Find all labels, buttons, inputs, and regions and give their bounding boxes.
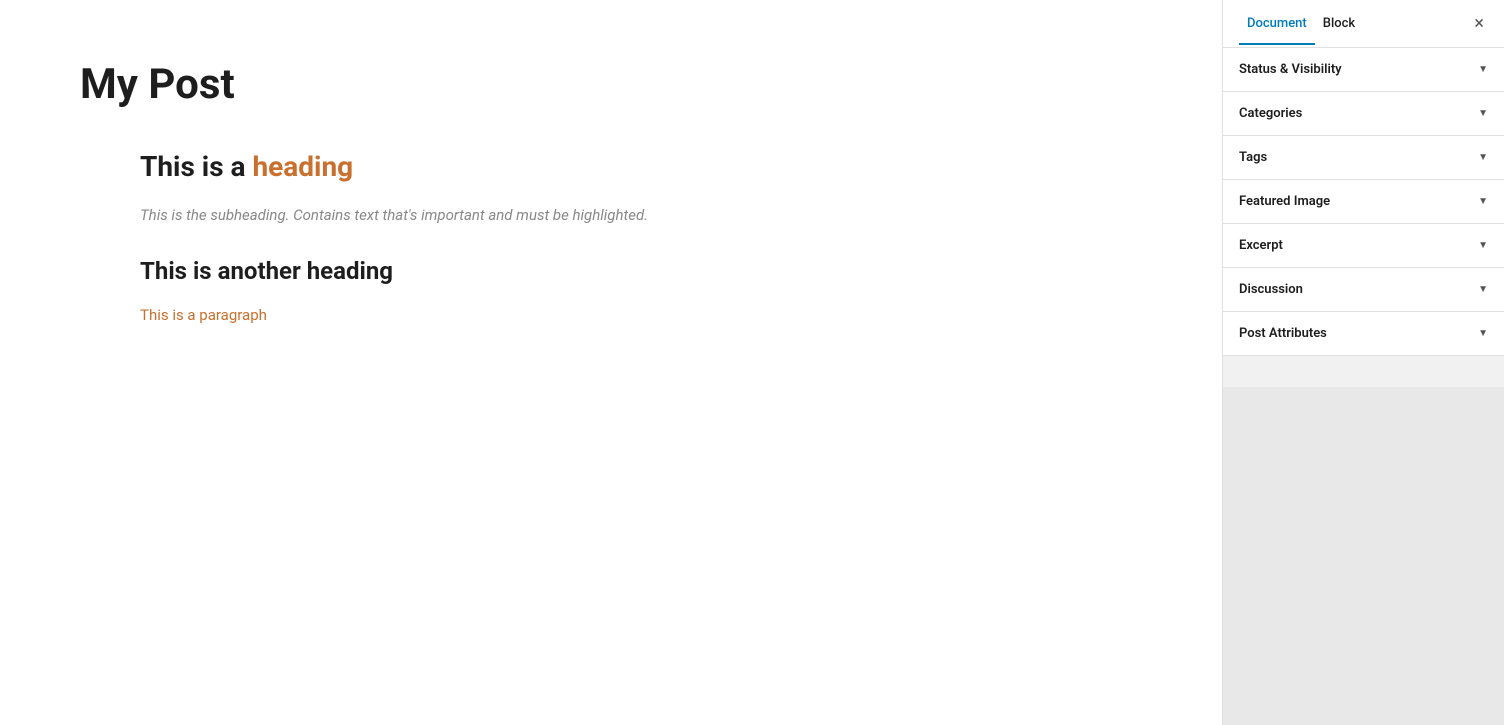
heading-2: This is another heading [140, 257, 1142, 285]
sidebar-bottom [1223, 387, 1504, 725]
panel-categories-label: Categories [1239, 106, 1302, 121]
panel-excerpt-label: Excerpt [1239, 238, 1283, 253]
chevron-down-icon: ▼ [1478, 240, 1488, 251]
chevron-down-icon: ▼ [1478, 64, 1488, 75]
chevron-down-icon: ▼ [1478, 284, 1488, 295]
panel-status-visibility[interactable]: Status & Visibility ▼ [1223, 48, 1504, 92]
subheading: This is the subheading. Contains text th… [140, 203, 1142, 227]
heading-1-prefix: This is a [140, 150, 252, 183]
chevron-down-icon: ▼ [1478, 108, 1488, 119]
sidebar-panels: Status & Visibility ▼ Categories ▼ Tags … [1223, 48, 1504, 387]
chevron-down-icon: ▼ [1478, 152, 1488, 163]
panel-excerpt[interactable]: Excerpt ▼ [1223, 224, 1504, 268]
sidebar: Document Block × Status & Visibility ▼ C… [1222, 0, 1504, 725]
panel-tags[interactable]: Tags ▼ [1223, 136, 1504, 180]
panel-post-attributes[interactable]: Post Attributes ▼ [1223, 312, 1504, 356]
panel-post-attributes-label: Post Attributes [1239, 326, 1327, 341]
main-content: My Post This is a heading This is the su… [0, 0, 1222, 725]
chevron-down-icon: ▼ [1478, 328, 1488, 339]
panel-discussion[interactable]: Discussion ▼ [1223, 268, 1504, 312]
panel-discussion-label: Discussion [1239, 282, 1303, 297]
sidebar-tabs: Document Block × [1223, 0, 1504, 48]
tab-document[interactable]: Document [1239, 2, 1315, 45]
heading-1: This is a heading [140, 150, 1142, 183]
content-area: This is a heading This is the subheading… [80, 150, 1142, 324]
panel-tags-label: Tags [1239, 150, 1267, 165]
panel-featured-image-label: Featured Image [1239, 194, 1330, 209]
tab-block[interactable]: Block [1315, 2, 1363, 45]
panel-featured-image[interactable]: Featured Image ▼ [1223, 180, 1504, 224]
panel-categories[interactable]: Categories ▼ [1223, 92, 1504, 136]
close-button[interactable]: × [1470, 11, 1488, 37]
paragraph-link[interactable]: This is a paragraph [140, 306, 267, 324]
heading-1-highlight: heading [252, 150, 353, 183]
post-title: My Post [80, 60, 1142, 110]
panel-status-visibility-label: Status & Visibility [1239, 62, 1342, 77]
chevron-down-icon: ▼ [1478, 196, 1488, 207]
